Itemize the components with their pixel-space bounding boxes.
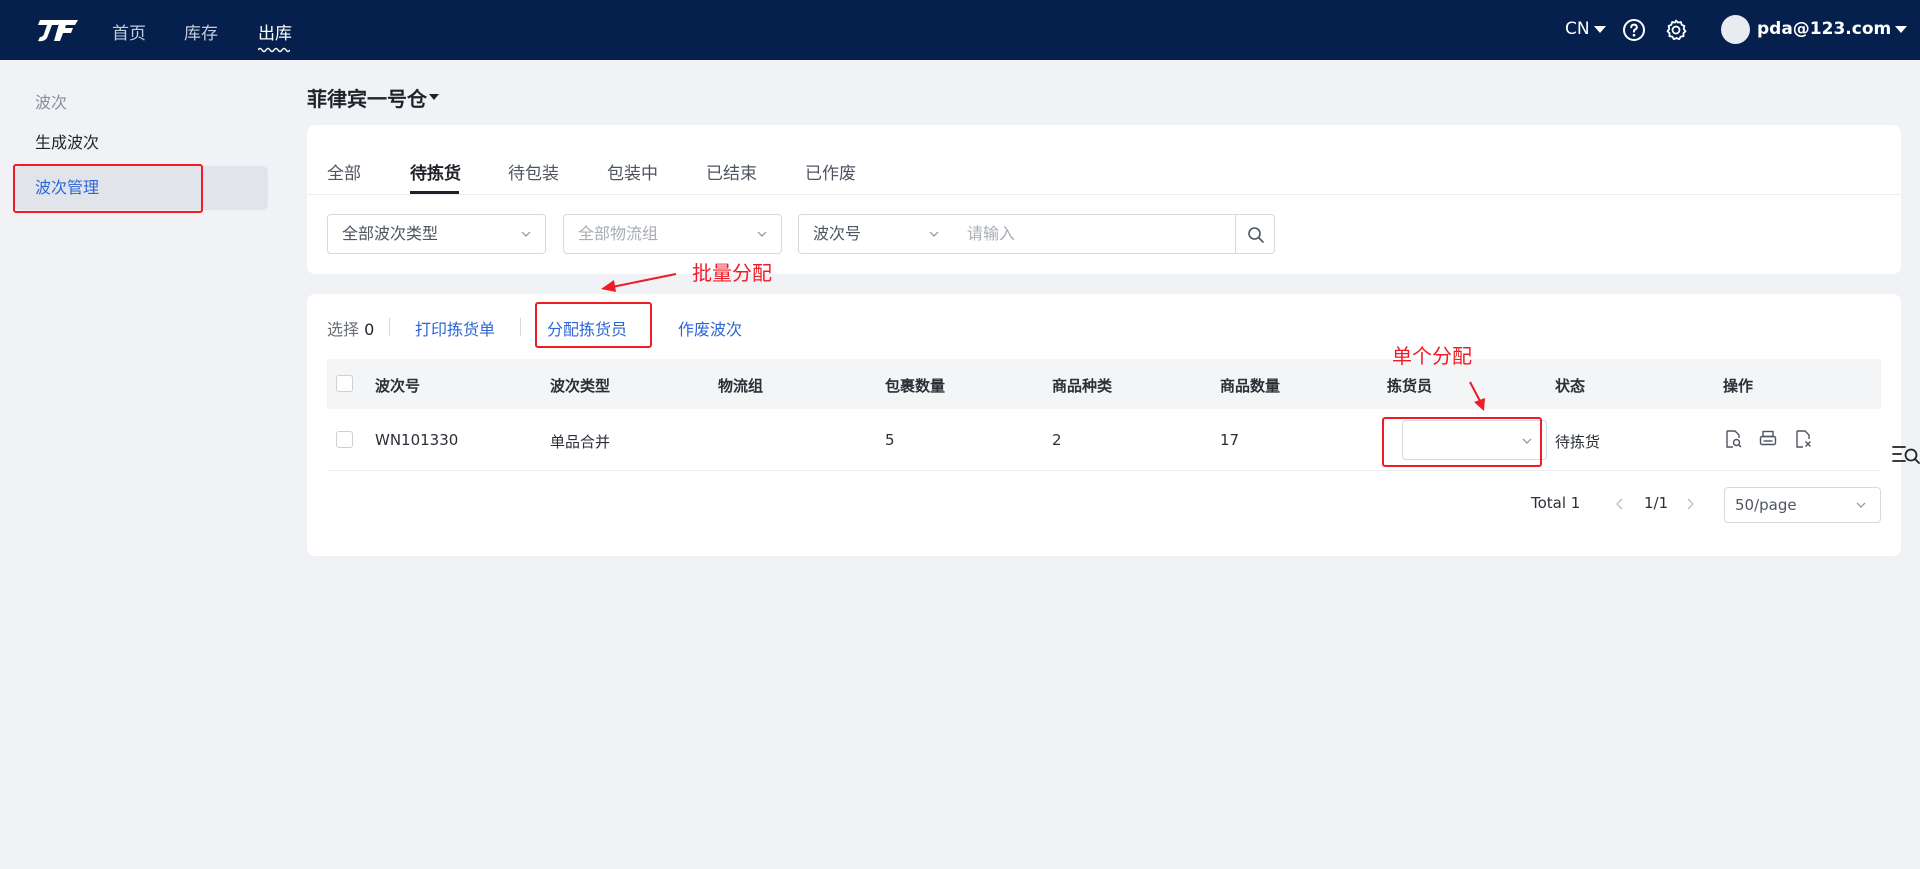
annotation-arrows: [601, 273, 1485, 411]
annotation-arrow-single-assign: [1469, 381, 1485, 411]
annotation-arrow-batch-assign: [601, 273, 677, 292]
